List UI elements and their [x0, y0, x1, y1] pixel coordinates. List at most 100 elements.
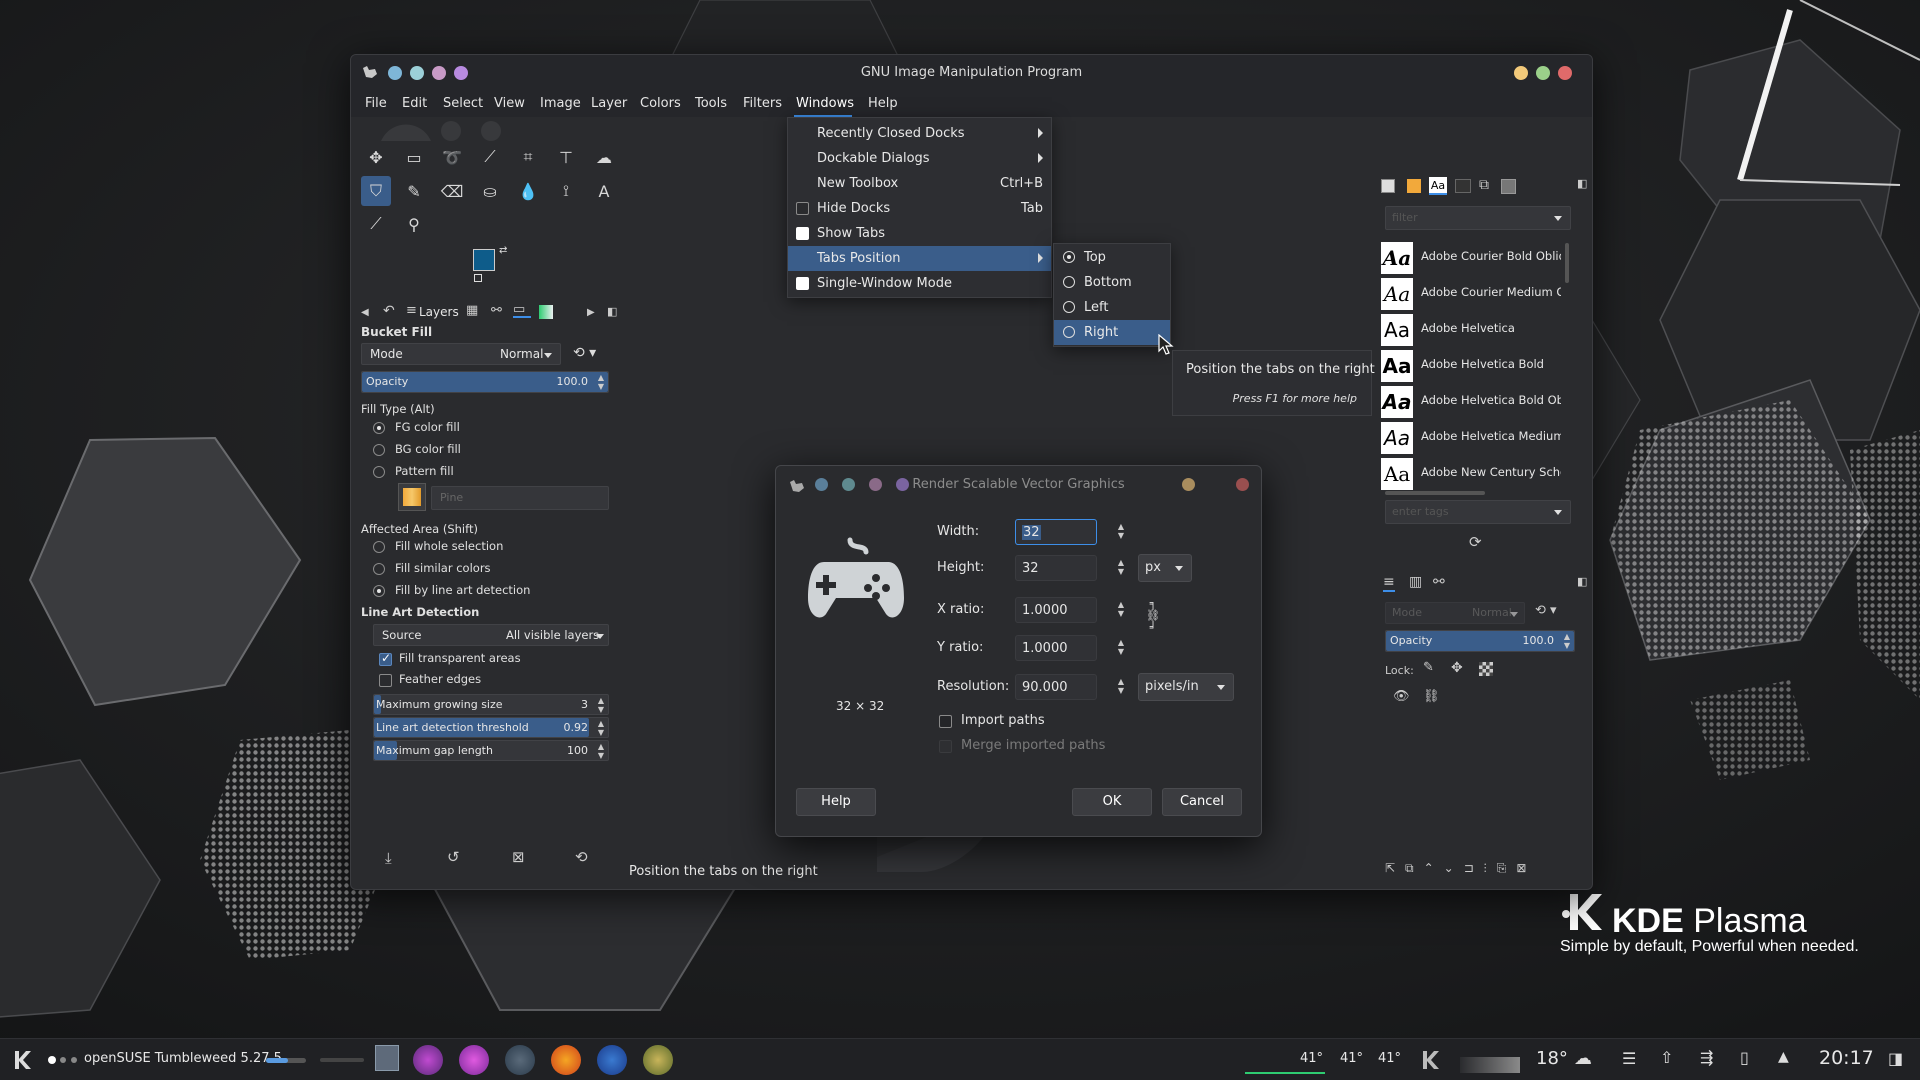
menu-edit[interactable]: Edit	[402, 96, 427, 111]
font-item[interactable]: Aa Adobe Courier Bold Obliqu	[1381, 240, 1571, 274]
menu-item-tabs-position[interactable]: Tabs Position	[788, 246, 1051, 271]
pager-bar[interactable]	[320, 1058, 364, 1062]
menu-help[interactable]: Help	[868, 96, 898, 111]
source-select[interactable]: Source All visible layers	[373, 624, 609, 646]
default-colors-icon[interactable]	[474, 274, 482, 282]
mode-select[interactable]: Mode Normal	[361, 343, 561, 365]
close-button[interactable]	[1558, 66, 1572, 80]
activity-dot-active[interactable]	[48, 1056, 56, 1064]
tab-scroll-right-icon[interactable]: ▶	[587, 307, 595, 318]
volume-bar[interactable]	[266, 1058, 306, 1063]
submenu-item-bottom[interactable]: Bottom	[1054, 270, 1170, 295]
tab-paths-right-icon[interactable]: ⚯	[1433, 574, 1445, 590]
save-options-icon[interactable]: ⤓	[385, 849, 392, 867]
font-item[interactable]: Aa Adobe New Century School	[1381, 456, 1571, 490]
ratio-chain-icon[interactable]: ╕ ⛓ ╛	[1146, 598, 1160, 634]
fg-color-swatch[interactable]	[473, 249, 495, 271]
pattern-name-field[interactable]: Pine	[431, 486, 609, 510]
opacity-slider[interactable]: Opacity 100.0 ▲ ▼	[361, 371, 609, 393]
layer-opacity-slider[interactable]: Opacity 100.0 ▲ ▼	[1385, 630, 1575, 652]
tab-tool-options-icon[interactable]: ▭	[513, 302, 531, 318]
cancel-button[interactable]: Cancel	[1162, 788, 1242, 816]
font-item[interactable]: Aa Adobe Helvetica Medium O	[1381, 420, 1571, 454]
tab-patterns-icon[interactable]	[1407, 179, 1421, 193]
app-settings-icon[interactable]	[505, 1045, 535, 1075]
app-store-icon[interactable]	[459, 1045, 489, 1075]
opacity-spin-icon[interactable]: ▲ ▼	[596, 373, 606, 391]
tab-templates-icon[interactable]	[1501, 179, 1516, 194]
single-window-checkbox[interactable]	[796, 275, 809, 290]
left-radio[interactable]	[1063, 301, 1075, 313]
font-item[interactable]: Aa Adobe Helvetica Bold Oblic	[1381, 384, 1571, 418]
app-blue-icon[interactable]	[597, 1045, 627, 1075]
fill-bg-radio[interactable]	[373, 444, 385, 456]
font-filter-field[interactable]: filter	[1385, 206, 1571, 230]
tab-gradients-icon[interactable]	[539, 305, 553, 319]
resolution-input[interactable]: 90.000	[1015, 674, 1097, 700]
menu-item-single-window-mode[interactable]: Single-Window Mode	[788, 271, 1051, 296]
bucket-fill-tool-icon[interactable]: ⛉	[361, 176, 391, 206]
minimize-button[interactable]	[1514, 66, 1528, 80]
show-tabs-checkbox[interactable]	[796, 225, 809, 240]
pattern-preview-button[interactable]	[398, 483, 426, 511]
font-list-vscrollbar[interactable]	[1565, 243, 1569, 283]
title-bar[interactable]: GNU Image Manipulation Program	[351, 55, 1592, 91]
merge-paths-checkbox[interactable]	[939, 740, 952, 753]
tab-channels-icon[interactable]: ▦	[466, 303, 478, 318]
activity-dot[interactable]	[60, 1057, 66, 1063]
clock[interactable]: 20:17	[1819, 1047, 1874, 1069]
layers-tab-icon[interactable]: ≡	[406, 303, 417, 318]
tab-undo-history-icon[interactable]: ↶	[383, 303, 395, 319]
yratio-spin-icon[interactable]: ▲ ▼	[1116, 638, 1126, 656]
submenu-item-top[interactable]: Top	[1054, 245, 1170, 270]
tab-channels-right-icon[interactable]: ▥	[1409, 574, 1422, 590]
blur-tool-icon[interactable]: 💧	[513, 176, 543, 206]
font-tags-field[interactable]: enter tags	[1385, 500, 1571, 524]
layer-mode-reset-icon[interactable]: ⟲ ▾	[1535, 603, 1557, 618]
menu-tools[interactable]: Tools	[695, 96, 727, 111]
menu-item-new-toolbox[interactable]: New Toolbox Ctrl+B	[788, 171, 1051, 196]
dock-menu-icon[interactable]: ◧	[607, 305, 617, 318]
dialog-close-button[interactable]	[1236, 478, 1249, 491]
right-radio[interactable]	[1063, 326, 1075, 338]
app-purple-icon[interactable]	[413, 1045, 443, 1075]
swap-colors-icon[interactable]: ⇄	[499, 245, 507, 256]
tab-brushes-icon[interactable]	[1381, 179, 1395, 193]
dialog-minimize-button[interactable]	[1182, 478, 1195, 491]
cloud-icon[interactable]: ☁	[1574, 1048, 1592, 1069]
mode-reset-icon[interactable]: ⟲ ▾	[573, 345, 596, 361]
menu-select[interactable]: Select	[443, 96, 483, 111]
warp-tool-icon[interactable]: ☁	[589, 142, 619, 172]
tab-layers[interactable]: Layers	[419, 305, 459, 319]
yratio-input[interactable]: 1.0000	[1015, 635, 1097, 661]
threshold-slider[interactable]: Line art detection threshold 0.92 ▲ ▼	[373, 717, 609, 738]
ok-button[interactable]: OK	[1072, 788, 1152, 816]
menu-file[interactable]: File	[365, 96, 387, 111]
weather-temp[interactable]: 18°	[1536, 1048, 1568, 1069]
font-item[interactable]: Aa Adobe Helvetica	[1381, 312, 1571, 346]
height-input[interactable]: 32	[1015, 555, 1097, 581]
menu-item-hide-docks[interactable]: Hide Docks Tab	[788, 196, 1051, 221]
refresh-fonts-icon[interactable]: ⟳	[1469, 533, 1482, 551]
help-button[interactable]: Help	[796, 788, 876, 816]
menu-filters[interactable]: Filters	[743, 96, 782, 111]
max-gap-spin-icon[interactable]: ▲ ▼	[596, 742, 606, 760]
transform-tool-icon[interactable]: ⊤	[551, 142, 581, 172]
menu-windows[interactable]: Windows	[796, 96, 854, 111]
tab-images-icon[interactable]: ⧉	[1479, 177, 1489, 193]
eye-icon[interactable]: 👁	[1393, 689, 1410, 704]
kde-tray-icon[interactable]	[1418, 1049, 1442, 1071]
height-spin-icon[interactable]: ▲ ▼	[1116, 558, 1126, 576]
menu-item-show-tabs[interactable]: Show Tabs	[788, 221, 1051, 246]
zoom-tool-icon[interactable]: ⚲	[399, 209, 429, 239]
chain-icon[interactable]: ⛓	[1423, 689, 1440, 704]
fill-similar-radio[interactable]	[373, 563, 385, 575]
color-picker-tool-icon[interactable]: ⟋	[361, 209, 391, 239]
xratio-input[interactable]: 1.0000	[1015, 597, 1097, 623]
submenu-item-left[interactable]: Left	[1054, 295, 1170, 320]
width-spin-icon[interactable]: ▲ ▼	[1116, 522, 1126, 540]
max-gap-slider[interactable]: Maximum gap length 100 ▲ ▼	[373, 740, 609, 761]
feather-checkbox[interactable]	[379, 674, 392, 687]
bottom-radio[interactable]	[1063, 276, 1075, 288]
paintbrush-tool-icon[interactable]: ✎	[399, 176, 429, 206]
